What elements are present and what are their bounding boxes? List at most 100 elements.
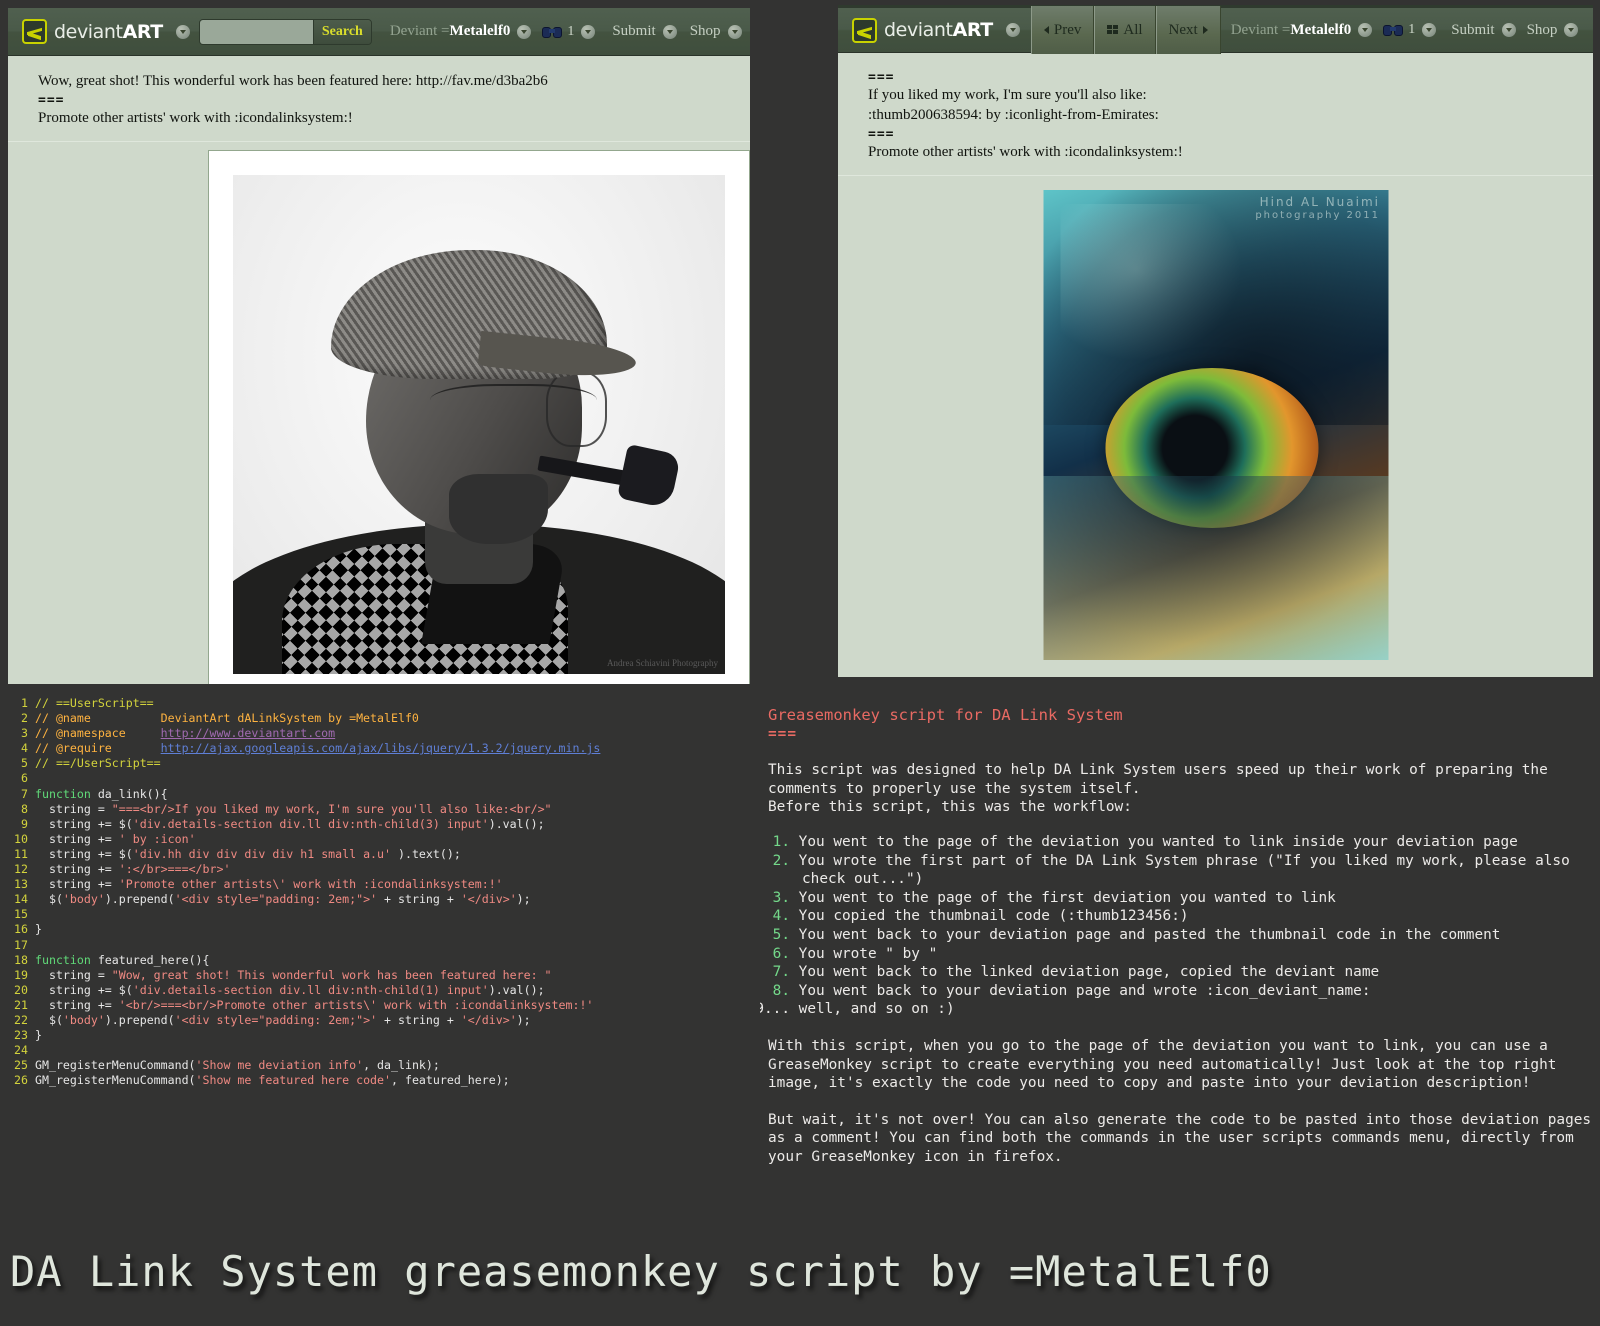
- comment-line-2-right: If you liked my work, I'm sure you'll al…: [868, 87, 1147, 104]
- photo-watermark: Hind AL Nuaimi photography 2011: [1255, 194, 1380, 221]
- code-line: 18 function featured_here(){: [0, 953, 760, 968]
- portrait-illustration: [233, 175, 725, 674]
- submit-link-right[interactable]: Submit: [1451, 22, 1494, 39]
- workflow-steps-list: 1. You went to the page of the deviation…: [760, 833, 1592, 1019]
- line-number: 16: [14, 922, 28, 937]
- code-line: 10 string += ' by :icon': [0, 832, 760, 847]
- description-title-rule: ===: [768, 725, 797, 742]
- chevron-down-icon-shop[interactable]: [727, 24, 742, 39]
- deviant-name-link[interactable]: Deviant =Metalelf0: [390, 23, 511, 40]
- code-line: 17: [0, 938, 760, 953]
- code-line: 12 string += ':</br>===</br>': [0, 862, 760, 877]
- comment-line-1-right: ===: [868, 70, 895, 85]
- step-number: 8.: [772, 982, 790, 999]
- description-pane: Greasemonkey script for DA Link System =…: [760, 690, 1600, 1220]
- all-button[interactable]: All: [1094, 6, 1156, 54]
- line-number: 12: [14, 862, 28, 877]
- workflow-step: 3. You went to the page of the first dev…: [768, 889, 1592, 908]
- chevron-down-icon-messages-right[interactable]: [1422, 23, 1437, 37]
- workflow-step: 6. You wrote " by ": [768, 945, 1592, 964]
- submit-link[interactable]: Submit: [612, 23, 655, 40]
- code-line: 24: [0, 1043, 760, 1058]
- watch-count: 1: [567, 23, 575, 39]
- deviant-name-link-right[interactable]: Deviant =Metalelf0: [1231, 22, 1352, 39]
- line-number: 19: [14, 967, 28, 982]
- line-number: 9: [21, 816, 28, 831]
- next-button[interactable]: Next: [1155, 6, 1221, 54]
- chevron-down-icon-logo-right[interactable]: [1005, 23, 1020, 37]
- step-number: 6.: [772, 945, 790, 962]
- deviantart-logo-icon-right: [852, 17, 877, 43]
- comment-line-1: Wow, great shot! This wonderful work has…: [38, 73, 548, 89]
- chevron-down-icon-messages[interactable]: [581, 24, 596, 39]
- workflow-step: 7. You went back to the linked deviation…: [768, 963, 1592, 982]
- code-line: 25 GM_registerMenuCommand('Show me deviat…: [0, 1058, 760, 1073]
- binoculars-icon[interactable]: [542, 25, 563, 39]
- prev-button[interactable]: Prev: [1030, 6, 1095, 54]
- comment-line-3-right: :thumb200638594: by :iconlight-from-Emir…: [868, 106, 1159, 123]
- watch-count-right: 1: [1408, 22, 1416, 37]
- search-input[interactable]: [199, 19, 313, 44]
- search-button[interactable]: Search: [312, 19, 371, 44]
- line-number: 14: [14, 892, 28, 907]
- chevron-down-icon-shop-right[interactable]: [1564, 23, 1579, 37]
- chevron-down-icon-deviant-right[interactable]: [1358, 23, 1373, 37]
- deviantart-wordmark-right: deviantART: [884, 19, 993, 41]
- line-number: 13: [14, 877, 28, 892]
- shop-link-right[interactable]: Shop: [1527, 22, 1558, 39]
- deviantart-logo[interactable]: deviantART: [14, 8, 169, 55]
- right-deviation-body: Hind AL Nuaimi photography 2011: [838, 175, 1593, 677]
- left-deviation-stage: Andrea Schiavini Photography: [208, 149, 750, 684]
- comment-line-5-right: Promote other artists' work with :iconda…: [868, 143, 1183, 160]
- chevron-down-icon-logo[interactable]: [175, 24, 190, 39]
- deviation-photo-portrait[interactable]: Andrea Schiavini Photography: [233, 174, 725, 674]
- code-line: 5// ==/UserScript==: [0, 756, 760, 771]
- right-generated-comment: === If you liked my work, I'm sure you'l…: [838, 53, 1593, 176]
- left-deviantart-topbar: deviantART Search Deviant =Metalelf0 1 S…: [8, 8, 750, 56]
- step-number: 9...: [760, 1001, 790, 1018]
- step-text: well, and so on :): [790, 1001, 955, 1018]
- code-line: 9 string += $('div.details-section div.l…: [0, 817, 760, 832]
- step-text: You went back to the linked deviation pa…: [790, 964, 1380, 981]
- line-number: 21: [14, 997, 28, 1012]
- code-line: 1// ==UserScript==: [0, 696, 760, 711]
- code-line: 19 string = "Wow, great shot! This wonde…: [0, 968, 760, 983]
- code-line: 11 string += $('div.hh div div div div h…: [0, 847, 760, 862]
- description-paragraph-2: With this script, when you go to the pag…: [768, 1037, 1557, 1092]
- deviantart-logo-icon: [22, 19, 47, 44]
- description-title: Greasemonkey script for DA Link System: [768, 706, 1123, 724]
- step-number: 3.: [772, 889, 790, 906]
- line-number: 22: [14, 1012, 28, 1027]
- code-line: 2// @name DeviantArt dALinkSystem by =Me…: [0, 711, 760, 726]
- workflow-step: 4. You copied the thumbnail code (:thumb…: [768, 907, 1592, 926]
- left-screenshot-panel: deviantART Search Deviant =Metalelf0 1 S…: [8, 8, 750, 684]
- code-line: 13 string += 'Promote other artists\' wo…: [0, 877, 760, 892]
- photo-credit: Andrea Schiavini Photography: [607, 657, 718, 668]
- description-intro: This script was designed to help DA Link…: [768, 762, 1548, 816]
- binoculars-icon-right[interactable]: [1383, 23, 1404, 37]
- comment-line-4-right: ===: [868, 126, 895, 142]
- code-line: 26 GM_registerMenuCommand('Show me featur…: [0, 1073, 760, 1088]
- workflow-step: 8. You went back to your deviation page …: [768, 982, 1592, 1001]
- code-line: 15: [0, 907, 760, 922]
- chevron-down-icon-submit-right[interactable]: [1501, 23, 1516, 37]
- deviation-photo-eye[interactable]: Hind AL Nuaimi photography 2011: [1043, 189, 1388, 660]
- chevron-down-icon-deviant[interactable]: [517, 24, 532, 39]
- line-number: 8: [21, 801, 28, 816]
- shop-link[interactable]: Shop: [690, 23, 721, 40]
- code-line: 7 function da_link(){: [0, 787, 760, 802]
- workflow-step: 5. You went back to your deviation page …: [768, 926, 1592, 945]
- code-line: 3// @namespace http://www.deviantart.com: [0, 726, 760, 741]
- chevron-down-icon-submit[interactable]: [662, 24, 677, 39]
- deviantart-logo-right[interactable]: deviantART: [844, 8, 999, 52]
- code-line: 22 $('body').prepend('<div style="paddin…: [0, 1013, 760, 1028]
- chevron-left-icon: [1043, 26, 1049, 34]
- comment-line-3: Promote other artists' work with :iconda…: [38, 109, 353, 126]
- line-number: 7: [21, 786, 28, 801]
- workflow-step: 2. You wrote the first part of the DA Li…: [768, 852, 1592, 889]
- line-number: 18: [14, 952, 28, 967]
- code-line: 23}: [0, 1028, 760, 1043]
- search-box[interactable]: Search: [198, 18, 372, 45]
- deviantart-wordmark: deviantART: [54, 20, 163, 43]
- right-screenshot-panel: deviantART Prev All Next Deviant =Metale…: [838, 5, 1593, 677]
